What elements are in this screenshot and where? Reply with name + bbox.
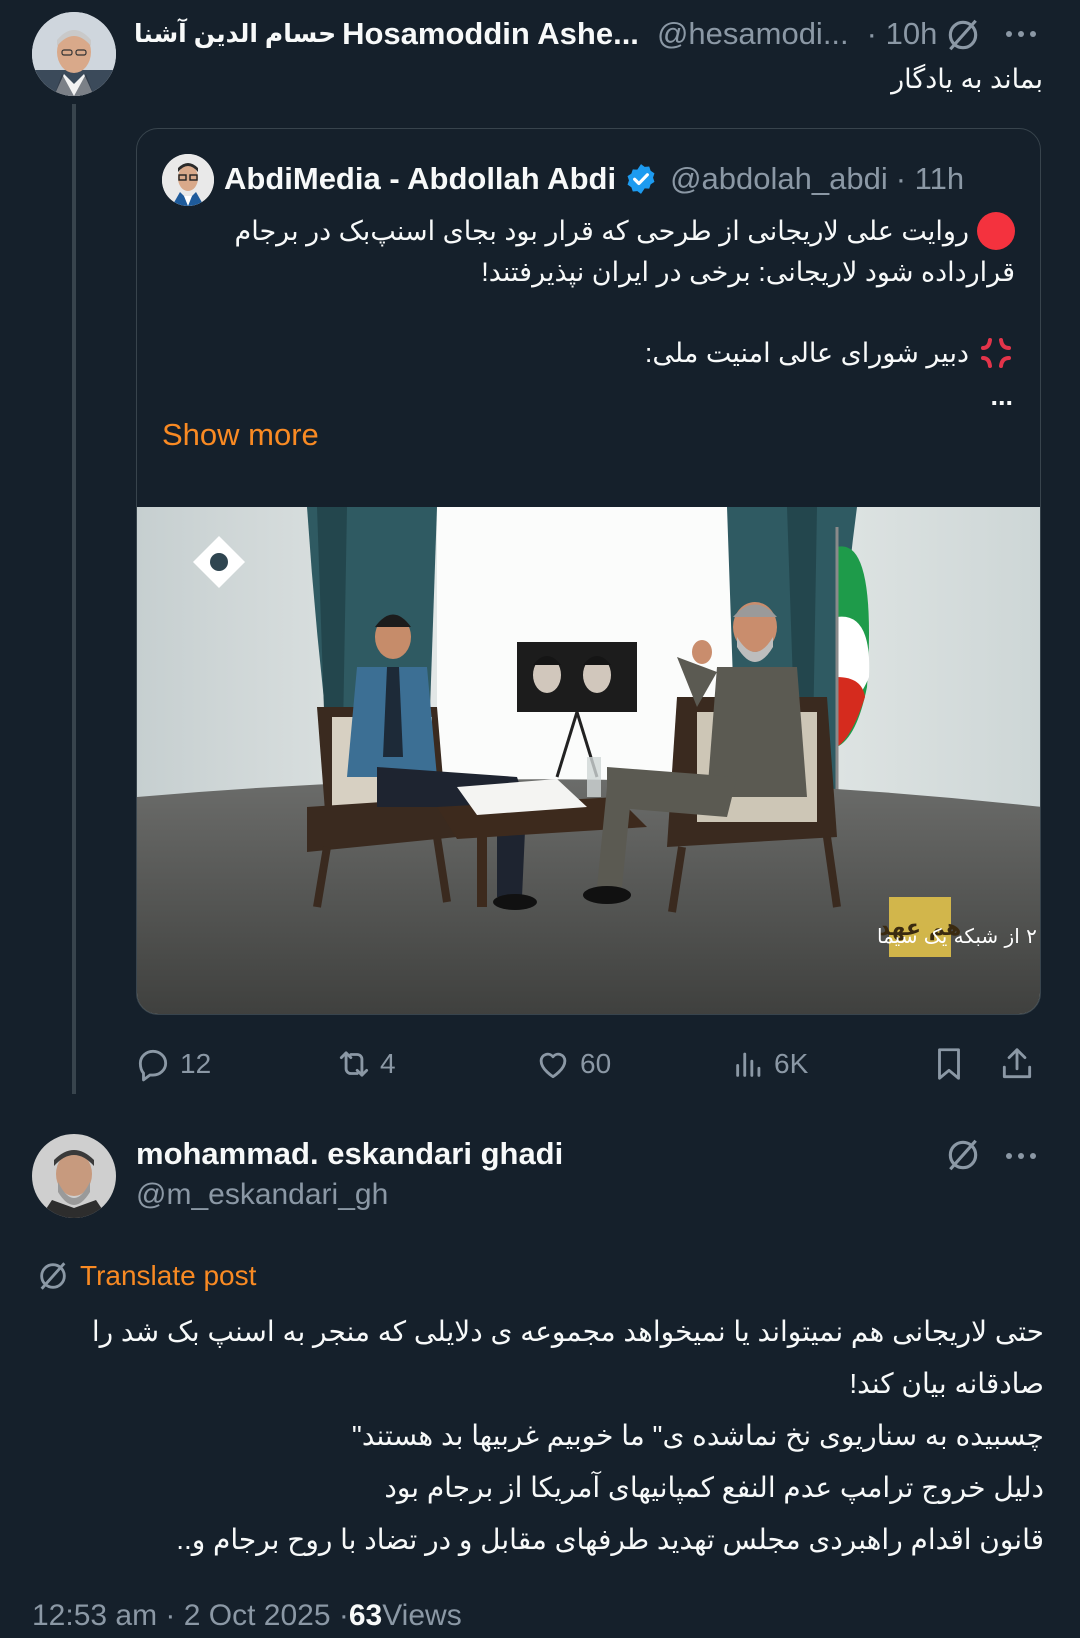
post-line-1: حتی لاریجانی هم نمیتواند یا نمیخواهد مجم…: [91, 1316, 1044, 1347]
bookmark-icon[interactable]: [930, 1044, 968, 1084]
quoted-line-3: دبیر شورای عالی امنیت ملی:: [645, 333, 1015, 373]
verified-icon: [624, 162, 658, 196]
post-line-4: دلیل خروج ترامپ عدم النفع کمپانیهای آمری…: [384, 1472, 1044, 1503]
views-label: Views: [382, 1599, 462, 1632]
quoted-avatar[interactable]: [162, 154, 214, 206]
red-circle-emoji: [977, 212, 1015, 250]
views-count: 63: [348, 1599, 383, 1632]
like-count: 60: [580, 1048, 612, 1079]
thread-line: [72, 104, 76, 1094]
author-name-en[interactable]: Hosamoddin Ashe...: [342, 16, 639, 52]
avatar[interactable]: [32, 1134, 116, 1218]
media-caption: هم‌عهد | هر شب ساعت ۲۰ از شبکه یک سیما: [877, 924, 1041, 948]
show-more-link[interactable]: Show more: [162, 417, 319, 453]
post-line-3: چسبیده به سناریوی نخ نماشده ی" ما خوبیم …: [351, 1420, 1044, 1451]
author-name[interactable]: mohammad. eskandari ghadi: [136, 1134, 563, 1174]
anger-emoji: [977, 334, 1015, 372]
quoted-media-video[interactable]: هم عهد هم‌عهد | هر شب ساعت ۲۰ از شبکه یک…: [137, 507, 1041, 1014]
like-button[interactable]: 60: [534, 1040, 611, 1088]
reply-button[interactable]: 12: [134, 1040, 211, 1088]
grok-icon[interactable]: [944, 1136, 982, 1174]
post-meta: 12:53 am · 2 Oct 2025 · 63 Views: [32, 1596, 462, 1636]
post-line-5: قانون اقدام راهبردی مجلس تهدید طرفهای مق…: [176, 1524, 1044, 1555]
repost-icon: [334, 1045, 374, 1083]
post-text: بماند به یادگار: [891, 64, 1043, 94]
action-bar: 12 4 60 6K: [134, 1040, 1044, 1088]
post-body: حتی لاریجانی هم نمیتواند یا نمیخواهد مجم…: [36, 1306, 1044, 1566]
more-icon[interactable]: [1003, 1144, 1039, 1168]
post-timestamp[interactable]: 12:53 am · 2 Oct 2025 ·: [32, 1599, 349, 1633]
translate-icon: [36, 1259, 70, 1293]
author-handle[interactable]: @hesamodi...: [657, 16, 849, 52]
author-name-fa[interactable]: حسام الدین آشنا: [134, 19, 336, 49]
views-count: 6K: [774, 1048, 809, 1079]
quoted-line-1: روایت علی لاریجانی از طرحی که قرار بود ب…: [235, 211, 1015, 251]
grok-icon[interactable]: [944, 16, 982, 54]
reply-count: 12: [180, 1048, 212, 1079]
views-button[interactable]: 6K: [732, 1040, 808, 1088]
quoted-header: AbdiMedia - Abdollah Abdi @abdolah_abdi …: [224, 159, 964, 199]
avatar[interactable]: [32, 12, 116, 96]
translate-post-label: Translate post: [80, 1260, 257, 1291]
translate-post-link[interactable]: Translate post: [36, 1256, 256, 1296]
author-handle[interactable]: @m_eskandari_gh: [136, 1174, 563, 1216]
more-icon[interactable]: [1003, 22, 1039, 46]
quoted-tweet[interactable]: AbdiMedia - Abdollah Abdi @abdolah_abdi …: [136, 128, 1041, 1015]
post-time[interactable]: · 10h: [867, 16, 938, 52]
repost-button[interactable]: 4: [334, 1040, 396, 1088]
quoted-author-name[interactable]: AbdiMedia - Abdollah Abdi: [224, 161, 616, 197]
quoted-time[interactable]: · 11h: [896, 161, 964, 197]
post-header: حسام الدین آشنا Hosamoddin Ashe... @hesa…: [134, 14, 937, 54]
views-icon: [732, 1046, 766, 1082]
post-line-2: صادقانه بیان کند!: [849, 1368, 1044, 1399]
quoted-line-2: قرارداده شود لاریجانی: برخی در ایران نپذ…: [481, 257, 1015, 287]
repost-count: 4: [380, 1048, 396, 1079]
quoted-line-1-text: روایت علی لاریجانی از طرحی که قرار بود ب…: [234, 215, 969, 246]
reply-icon: [134, 1045, 172, 1083]
quoted-line-3-text: دبیر شورای عالی امنیت ملی:: [644, 337, 969, 368]
quoted-handle[interactable]: @abdolah_abdi: [670, 161, 888, 197]
share-icon[interactable]: [998, 1044, 1036, 1084]
author-block: mohammad. eskandari ghadi @m_eskandari_g…: [136, 1134, 563, 1216]
quoted-ellipsis: ...: [990, 381, 1013, 411]
like-icon: [534, 1045, 572, 1083]
